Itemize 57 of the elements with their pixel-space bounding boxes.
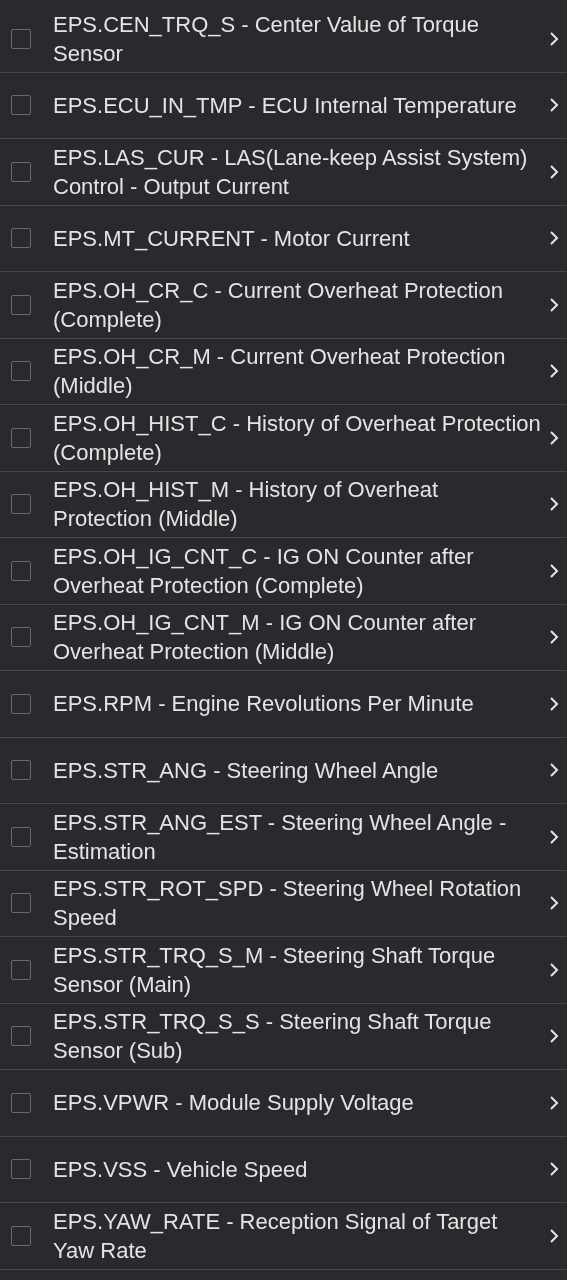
checkbox[interactable] (11, 95, 31, 116)
checkbox[interactable] (11, 427, 31, 448)
item-label[interactable]: EPS.STR_TRQ_S_M - Steering Shaft Torque Sensor (Main) (53, 940, 541, 999)
checkbox[interactable] (11, 361, 31, 382)
chevron-right-icon[interactable] (549, 562, 559, 579)
chevron-right-icon[interactable] (549, 496, 559, 513)
item-label[interactable]: EPS.STR_ROT_SPD - Steering Wheel Rotation Speed (53, 874, 541, 933)
chevron-right-icon[interactable] (549, 828, 559, 845)
chevron-right-icon[interactable] (549, 97, 559, 114)
checkbox[interactable] (11, 1026, 31, 1047)
checkbox[interactable] (11, 161, 31, 182)
chevron-right-icon[interactable] (549, 163, 559, 180)
chevron-right-icon[interactable] (549, 695, 559, 712)
chevron-right-icon[interactable] (549, 363, 559, 380)
checkbox[interactable] (11, 294, 31, 315)
item-label[interactable]: EPS.LAS_CUR - LAS(Lane-keep Assist System) Control - Output Current (53, 142, 541, 201)
item-label[interactable]: EPS.RPM - Engine Revolutions Per Minute (53, 689, 541, 719)
checkbox[interactable] (11, 959, 31, 980)
checkbox[interactable] (11, 693, 31, 714)
item-label[interactable]: EPS.OH_CR_M - Current Overheat Protection (Middle) (53, 342, 541, 401)
checkbox[interactable] (11, 627, 31, 648)
item-label[interactable]: EPS.STR_TRQ_S_S - Steering Shaft Torque Sensor (Sub) (53, 1007, 541, 1066)
chevron-right-icon[interactable] (549, 30, 559, 47)
item-label[interactable]: EPS.OH_HIST_C - History of Overheat Protection (Complete) (53, 408, 541, 467)
chevron-right-icon[interactable] (549, 762, 559, 779)
chevron-right-icon[interactable] (549, 629, 559, 646)
chevron-right-icon[interactable] (549, 1227, 559, 1244)
chevron-right-icon[interactable] (549, 1028, 559, 1045)
checkbox[interactable] (11, 1225, 31, 1246)
item-label[interactable]: EPS.VSS - Vehicle Speed (53, 1154, 541, 1184)
checkbox[interactable] (11, 1092, 31, 1113)
chevron-right-icon[interactable] (549, 296, 559, 313)
item-label[interactable]: EPS.OH_HIST_M - History of Overheat Protection (Middle) (53, 475, 541, 534)
item-label[interactable]: EPS.YAW_RATE - Reception Signal of Target Yaw Rate (53, 1206, 541, 1265)
item-label[interactable]: EPS.STR_ANG - Steering Wheel Angle (53, 755, 541, 785)
checkbox[interactable] (11, 28, 31, 49)
item-label[interactable]: EPS.OH_CR_C - Current Overheat Protection (Complete) (53, 275, 541, 334)
checkbox[interactable] (11, 760, 31, 781)
item-label[interactable]: EPS.VPWR - Module Supply Voltage (53, 1088, 541, 1118)
item-label[interactable]: EPS.CEN_TRQ_S - Center Value of Torque Sensor (53, 9, 541, 68)
chevron-right-icon[interactable] (549, 961, 559, 978)
checkbox[interactable] (11, 826, 31, 847)
item-label[interactable]: EPS.OH_IG_CNT_M - IG ON Counter after Overheat Protection (Middle) (53, 608, 541, 667)
chevron-right-icon[interactable] (549, 429, 559, 446)
checkbox[interactable] (11, 228, 31, 249)
checkbox[interactable] (11, 893, 31, 914)
chevron-right-icon[interactable] (549, 895, 559, 912)
checkbox[interactable] (11, 494, 31, 515)
item-label[interactable]: EPS.MT_CURRENT - Motor Current (53, 223, 541, 253)
checkbox[interactable] (11, 1159, 31, 1180)
item-label[interactable]: EPS.OH_IG_CNT_C - IG ON Counter after Overheat Protection (Complete) (53, 541, 541, 600)
item-label[interactable]: EPS.STR_ANG_EST - Steering Wheel Angle - Estimation (53, 807, 541, 866)
item-label[interactable]: EPS.ECU_IN_TMP - ECU Internal Temperature (53, 90, 541, 120)
chevron-right-icon[interactable] (549, 230, 559, 247)
chevron-right-icon[interactable] (549, 1161, 559, 1178)
chevron-right-icon[interactable] (549, 1094, 559, 1111)
checkbox[interactable] (11, 560, 31, 581)
